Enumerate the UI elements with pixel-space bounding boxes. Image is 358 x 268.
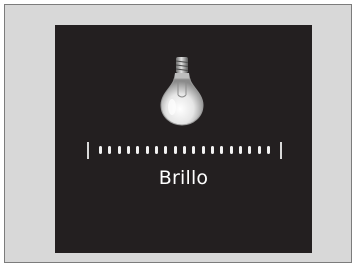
level-tick xyxy=(136,146,140,154)
level-tick xyxy=(266,146,270,154)
level-tick xyxy=(257,146,261,154)
level-tick xyxy=(117,146,121,154)
level-tick xyxy=(201,146,205,154)
level-tick xyxy=(192,146,196,154)
brightness-label: Brillo xyxy=(158,167,209,189)
level-tick xyxy=(220,146,224,154)
level-tick xyxy=(182,146,186,154)
level-tick xyxy=(173,146,177,154)
level-min-marker xyxy=(87,142,89,159)
level-tick xyxy=(99,146,102,154)
brightness-screen: Brillo xyxy=(55,25,312,253)
level-max-marker xyxy=(280,142,282,159)
level-tick xyxy=(210,146,214,154)
level-tick xyxy=(164,146,168,154)
level-tick xyxy=(154,146,158,154)
level-tick xyxy=(145,146,149,154)
brightness-level-bar[interactable] xyxy=(87,141,282,161)
level-tick xyxy=(126,146,130,154)
level-tick xyxy=(108,146,112,154)
level-tick xyxy=(248,146,252,154)
level-ticks xyxy=(99,146,270,155)
level-tick xyxy=(229,146,233,154)
display-frame: Brillo xyxy=(4,4,352,263)
level-tick xyxy=(238,146,242,154)
light-bulb-icon xyxy=(160,57,204,126)
